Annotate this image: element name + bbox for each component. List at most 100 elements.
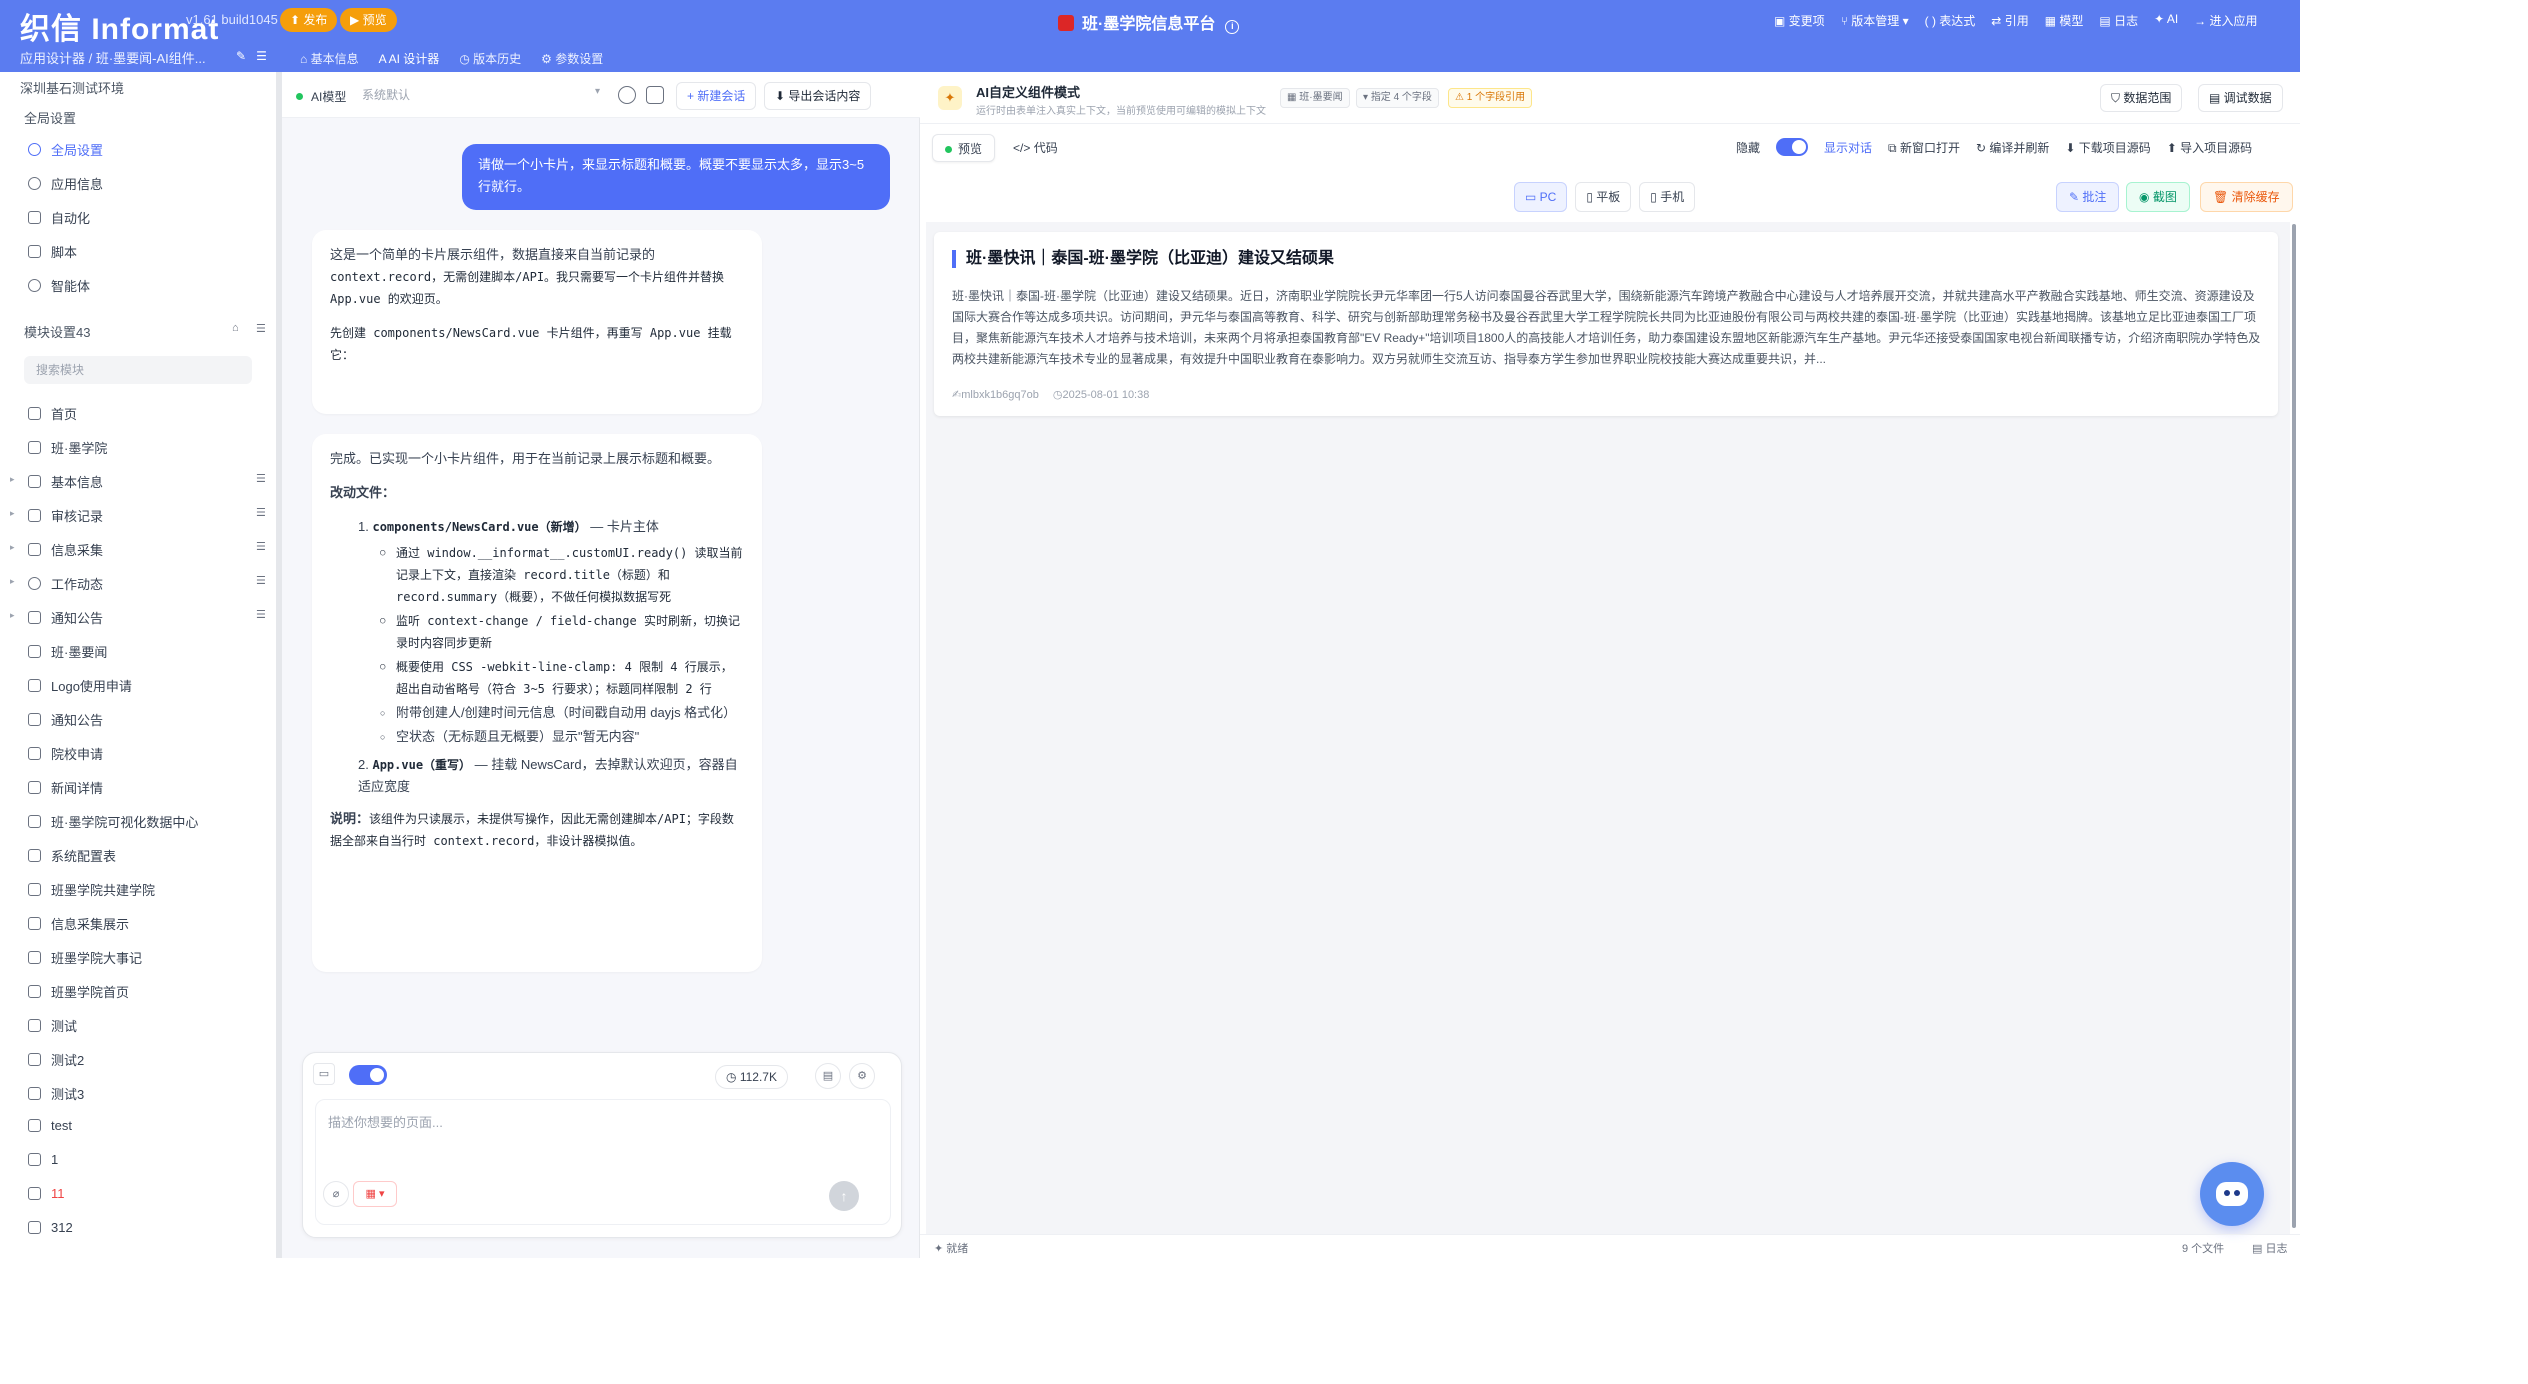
- clear-cache-button[interactable]: 🗑 清除缓存: [2200, 182, 2293, 212]
- module-menu-icon[interactable]: ☰: [256, 506, 266, 519]
- open-new-window-button[interactable]: ⧉ 新窗口打开: [1888, 139, 1960, 156]
- module-item[interactable]: 通知公告: [28, 710, 103, 729]
- log-button[interactable]: ▤ 日志: [2099, 12, 2138, 29]
- list-icon[interactable]: ☰: [256, 49, 267, 63]
- module-item[interactable]: Logo使用申请: [28, 676, 132, 695]
- module-item[interactable]: 通知公告: [28, 608, 103, 627]
- expand-caret-icon[interactable]: ▸: [10, 542, 15, 553]
- publish-button[interactable]: ⬆ 发布: [280, 8, 338, 32]
- module-item[interactable]: 基本信息: [28, 472, 103, 491]
- expand-caret-icon[interactable]: ▸: [10, 474, 15, 485]
- module-item[interactable]: 班墨学院大事记: [28, 948, 142, 967]
- tab-param-settings[interactable]: ⚙ 参数设置: [531, 48, 613, 75]
- export-chat-button[interactable]: ⬇ 导出会话内容: [764, 82, 872, 110]
- news-card[interactable]: 班·墨快讯｜泰国-班·墨学院（比亚迪）建设又结硕果 班·墨快讯｜泰国-班·墨学院…: [934, 232, 2278, 416]
- history-icon[interactable]: [618, 86, 636, 104]
- expand-caret-icon[interactable]: ▸: [10, 508, 15, 519]
- preview-toolbar: 隐藏 显示对话 ⧉ 新窗口打开 ↻ 编译并刷新 ⬇ 下载项目源码 ⬆ 导入项目源…: [1736, 138, 2252, 156]
- changes-button[interactable]: ▣ 变更项: [1774, 12, 1825, 29]
- agent-icon: [28, 279, 41, 292]
- module-menu-icon[interactable]: ☰: [256, 540, 266, 553]
- module-item[interactable]: 系统配置表: [28, 846, 116, 865]
- prompt-input[interactable]: 描述你想要的页面...: [315, 1099, 891, 1225]
- new-chat-button[interactable]: + 新建会话: [676, 82, 757, 110]
- expand-caret-icon[interactable]: ▸: [10, 610, 15, 621]
- sidebar-item-script[interactable]: 脚本: [28, 242, 77, 261]
- send-button[interactable]: ↑: [829, 1181, 859, 1211]
- show-chat-toggle[interactable]: [1776, 138, 1809, 156]
- version-manage-button[interactable]: ⑂ 版本管理 ▾: [1841, 12, 1909, 29]
- expand-caret-icon[interactable]: ▸: [10, 576, 15, 587]
- compile-refresh-button[interactable]: ↻ 编译并刷新: [1976, 139, 2049, 156]
- module-item[interactable]: 审核记录: [28, 506, 103, 525]
- module-item[interactable]: test: [28, 1118, 72, 1133]
- table-icon: [28, 849, 41, 862]
- module-menu-icon[interactable]: ☰: [256, 608, 266, 621]
- module-item[interactable]: 班墨学院首页: [28, 982, 129, 1001]
- sidebar-item-agent[interactable]: 智能体: [28, 276, 90, 295]
- module-item[interactable]: 信息采集展示: [28, 914, 129, 933]
- module-item[interactable]: 新闻详情: [28, 778, 103, 797]
- device-pc-button[interactable]: ▭ PC: [1514, 182, 1568, 212]
- ai-assistant-button[interactable]: [2200, 1162, 2264, 1226]
- gear-icon[interactable]: ⚙: [849, 1063, 875, 1089]
- component-picker-button[interactable]: ▦ ▾: [353, 1181, 397, 1207]
- document-icon[interactable]: ▤: [815, 1063, 841, 1089]
- sort-icon[interactable]: ☰: [256, 322, 266, 335]
- module-menu-icon[interactable]: ☰: [256, 574, 266, 587]
- module-search-input[interactable]: 搜索模块: [24, 356, 252, 384]
- sidebar: 深圳基石测试环境 全局设置 全局设置 应用信息 自动化 脚本 智能体 模块设置4…: [0, 72, 282, 1258]
- debug-data-button[interactable]: ▤ 调试数据: [2198, 84, 2283, 112]
- module-item[interactable]: 测试2: [28, 1050, 84, 1069]
- device-tablet-button[interactable]: ▯ 平板: [1575, 182, 1632, 212]
- ai-button[interactable]: ✦ AI: [2154, 12, 2178, 29]
- module-item[interactable]: 信息采集: [28, 540, 103, 559]
- module-item[interactable]: 班·墨学院可视化数据中心: [28, 812, 198, 831]
- device-mobile-button[interactable]: ▯ 手机: [1639, 182, 1696, 212]
- clear-icon[interactable]: ⌂: [232, 322, 239, 334]
- data-scope-button[interactable]: ⛉ 数据范围: [2100, 84, 2183, 112]
- model-button[interactable]: ▦ 模型: [2045, 12, 2084, 29]
- module-item[interactable]: 测试3: [28, 1084, 84, 1103]
- module-item[interactable]: 测试: [28, 1016, 77, 1035]
- module-item[interactable]: 班·墨学院: [28, 438, 107, 457]
- tab-basic-info[interactable]: ⌂ 基本信息: [290, 48, 369, 75]
- edit-icon[interactable]: ✎: [236, 49, 246, 63]
- module-item[interactable]: 11: [28, 1186, 65, 1201]
- tab-preview[interactable]: 预览: [932, 134, 996, 162]
- module-item[interactable]: 首页: [28, 404, 77, 423]
- model-select[interactable]: 系统默认 ▾: [362, 86, 604, 106]
- field-ref-tag[interactable]: ⚠ 1 个字段引用: [1448, 88, 1533, 108]
- sidebar-item-app-info[interactable]: 应用信息: [28, 174, 103, 193]
- layout-icon[interactable]: ▭: [313, 1063, 335, 1085]
- show-chat-label[interactable]: 显示对话: [1824, 139, 1872, 156]
- preview-button[interactable]: ▶ 预览: [340, 8, 397, 32]
- module-tag[interactable]: ▦ 班·墨要闻: [1280, 88, 1350, 108]
- download-source-button[interactable]: ⬇ 下载项目源码: [2065, 139, 2150, 156]
- preview-scrollbar[interactable]: [2292, 224, 2296, 1228]
- module-item[interactable]: 班墨学院共建学院: [28, 880, 155, 899]
- log-link[interactable]: ▤ 日志: [2252, 1240, 2287, 1256]
- reference-button[interactable]: ⇄ 引用: [1991, 12, 2028, 29]
- sidebar-item-automation[interactable]: 自动化: [28, 208, 90, 227]
- module-item[interactable]: 院校申请: [28, 744, 103, 763]
- annotate-button[interactable]: ✎ 批注: [2056, 182, 2120, 212]
- tab-code[interactable]: </> 代码: [1001, 134, 1070, 162]
- module-item[interactable]: 1: [28, 1152, 58, 1167]
- field-count-tag[interactable]: ▾ 指定 4 个字段: [1356, 88, 1439, 108]
- sidebar-item-global-settings[interactable]: 全局设置: [28, 140, 103, 159]
- tab-ai-designer[interactable]: A AI 设计器: [368, 48, 450, 75]
- tab-version-history[interactable]: ◷ 版本历史: [449, 48, 531, 75]
- attach-icon[interactable]: ⌀: [323, 1181, 349, 1207]
- module-menu-icon[interactable]: ☰: [256, 472, 266, 485]
- enter-app-button[interactable]: → 进入应用: [2194, 12, 2257, 29]
- module-item[interactable]: 工作动态: [28, 574, 103, 593]
- module-item[interactable]: 班·墨要闻: [28, 642, 107, 661]
- screenshot-button[interactable]: ◉ 截图: [2126, 182, 2190, 212]
- info-icon[interactable]: i: [1225, 20, 1240, 34]
- lock-icon[interactable]: [646, 86, 664, 104]
- module-item[interactable]: 312: [28, 1220, 73, 1235]
- mode-toggle[interactable]: [349, 1065, 387, 1085]
- expression-button[interactable]: ( ) 表达式: [1925, 12, 1976, 29]
- import-source-button[interactable]: ⬆ 导入项目源码: [2167, 139, 2252, 156]
